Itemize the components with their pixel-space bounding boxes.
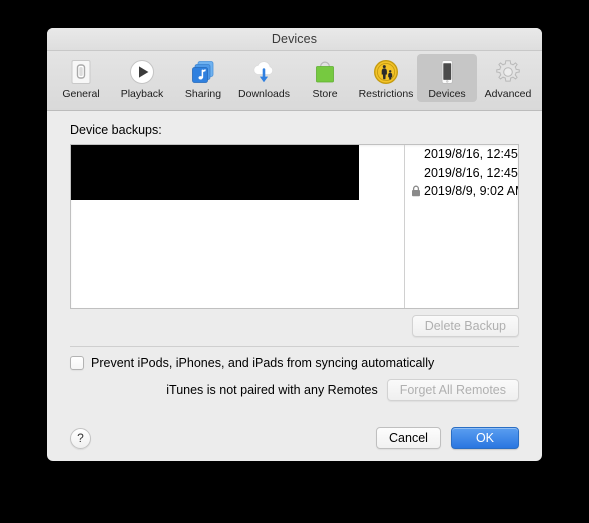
remotes-status-text: iTunes is not paired with any Remotes [166,383,378,397]
toolbar-item-playback[interactable]: Playback [112,54,172,102]
toolbar-item-general[interactable]: General [51,54,111,102]
lock-slot-empty [407,166,424,180]
lock-slot-empty [407,147,424,161]
toolbar-label-playback: Playback [120,88,164,100]
prevent-sync-row: Prevent iPods, iPhones, and iPads from s… [70,356,519,370]
toolbar-item-sharing[interactable]: Sharing [173,54,233,102]
preferences-toolbar: General Playback Sharing Downloads Store… [47,51,542,111]
help-button[interactable]: ? [70,427,91,449]
toolbar-label-downloads: Downloads [238,88,290,100]
playback-icon [127,57,157,87]
table-row[interactable]: 2019/8/16, 12:45 AM [405,145,518,164]
lock-icon [407,184,424,198]
backup-dates-column: 2019/8/16, 12:45 AM 2019/8/16, 12:45 AM … [405,145,519,308]
dialog-footer: ? Cancel OK [47,415,542,461]
toolbar-label-store: Store [312,88,338,100]
device-backups-label: Device backups: [70,123,162,137]
backup-date: 2019/8/9, 9:02 AM [424,184,519,199]
forget-all-remotes-button[interactable]: Forget All Remotes [386,379,519,401]
toolbar-label-restrictions: Restrictions [358,88,414,100]
footer-button-group: Cancel OK [376,427,519,449]
advanced-icon [493,57,523,87]
toolbar-item-advanced[interactable]: Advanced [478,54,538,102]
sharing-icon [188,57,218,87]
toolbar-label-advanced: Advanced [484,88,532,100]
preferences-window: Devices General Playback Sharing Downloa… [47,28,542,461]
downloads-icon [249,57,279,87]
backup-names-column [71,145,404,308]
delete-backup-button[interactable]: Delete Backup [411,315,519,337]
table-row[interactable]: 2019/8/16, 12:45 AM [405,164,518,183]
redacted-device-names [71,145,359,200]
toolbar-item-downloads[interactable]: Downloads [234,54,294,102]
toolbar-label-sharing: Sharing [184,88,222,100]
prevent-sync-checkbox[interactable] [70,356,84,370]
preferences-body: Device backups: 2019/8/16, 12:45 AM 2019… [47,111,542,415]
ok-button[interactable]: OK [450,427,519,449]
toolbar-item-store[interactable]: Store [295,54,355,102]
restrictions-icon [371,57,401,87]
device-backups-list[interactable]: 2019/8/16, 12:45 AM 2019/8/16, 12:45 AM … [70,144,519,309]
devices-icon [432,57,462,87]
backup-date: 2019/8/16, 12:45 AM [424,147,518,162]
window-titlebar: Devices [47,28,542,51]
cancel-button[interactable]: Cancel [376,427,441,449]
store-icon [310,57,340,87]
toolbar-item-devices[interactable]: Devices [417,54,477,102]
table-row[interactable]: 2019/8/9, 9:02 AM [405,182,519,201]
prevent-sync-label: Prevent iPods, iPhones, and iPads from s… [91,356,435,370]
window-title: Devices [271,32,318,46]
backup-date: 2019/8/16, 12:45 AM [424,165,518,180]
remotes-row: iTunes is not paired with any Remotes Fo… [70,379,519,401]
delete-backup-row: Delete Backup [70,315,519,337]
general-icon [66,57,96,87]
toolbar-label-general: General [62,88,100,100]
toolbar-item-restrictions[interactable]: Restrictions [356,54,416,102]
toolbar-label-devices: Devices [428,88,466,100]
section-divider [70,346,519,347]
